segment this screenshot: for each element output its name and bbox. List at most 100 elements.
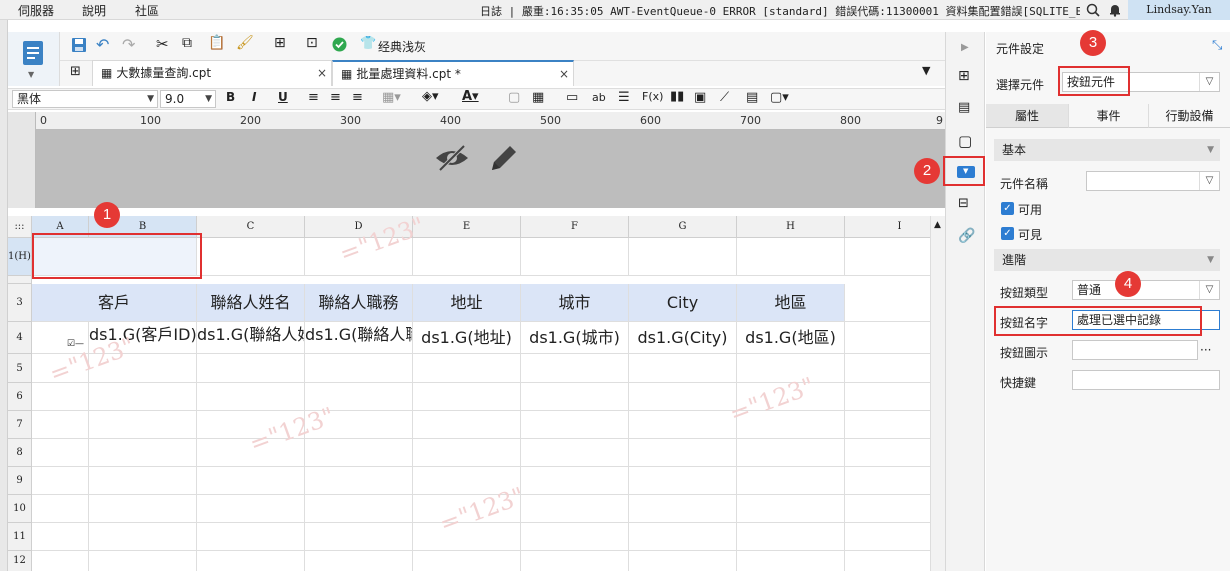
preview-icon[interactable]: ⊞ (274, 35, 286, 51)
cell[interactable] (521, 383, 629, 411)
parameter-pane[interactable] (8, 130, 945, 208)
cell[interactable] (305, 383, 413, 411)
check-icon[interactable] (332, 37, 347, 52)
cell[interactable] (305, 495, 413, 523)
cell[interactable] (521, 411, 629, 439)
row-header[interactable]: 6 (8, 383, 32, 411)
chevron-right-icon[interactable]: ▶ (961, 42, 969, 53)
header-cell[interactable]: 客戶 (32, 284, 197, 322)
section-advanced[interactable]: 進階 ▼ (994, 249, 1220, 271)
log-message[interactable]: 日誌 | 嚴重:16:35:05 AWT-EventQueue-0 ERROR … (480, 3, 1080, 19)
form-design-icon[interactable]: ⊞ (70, 64, 81, 79)
cell[interactable] (197, 495, 305, 523)
widget-name-field[interactable]: ▽ (1086, 171, 1220, 191)
close-icon[interactable]: × (559, 62, 569, 86)
cell[interactable] (197, 411, 305, 439)
cell[interactable] (89, 467, 197, 495)
button-type-dropdown[interactable]: 普通 ▽ (1072, 280, 1220, 300)
tab-menu-icon[interactable]: ▼ (922, 64, 930, 77)
cell[interactable] (32, 467, 89, 495)
header-cell[interactable]: 城市 (521, 284, 629, 322)
underline-button[interactable]: U (278, 90, 288, 104)
save-icon[interactable] (70, 36, 88, 54)
tab-mobile[interactable]: 行動設備 (1148, 104, 1230, 128)
cell[interactable] (845, 411, 930, 439)
chart-icon[interactable]: ▮▮ (670, 89, 684, 104)
row-header[interactable]: 11 (8, 523, 32, 551)
cell[interactable] (413, 495, 521, 523)
cell[interactable] (413, 467, 521, 495)
cell[interactable] (89, 551, 197, 571)
checkbox-cell[interactable]: ☑— (32, 322, 89, 354)
row-header[interactable]: 9 (8, 467, 32, 495)
menu-help[interactable]: 說明 (82, 2, 106, 19)
cell[interactable] (89, 383, 197, 411)
row-header[interactable]: 3 (8, 284, 32, 322)
row-header[interactable]: 7 (8, 411, 32, 439)
cell-element-icon[interactable]: ▢▾ (770, 90, 789, 105)
grid-corner[interactable]: ::: (8, 216, 32, 238)
column-header[interactable]: E (413, 216, 521, 238)
cell[interactable] (845, 238, 930, 276)
align-center-icon[interactable]: ≡ (330, 90, 341, 105)
column-header[interactable]: H (737, 216, 845, 238)
data-cell[interactable]: ds1.G(地址) (413, 322, 521, 354)
cell[interactable] (845, 322, 930, 354)
insert-text-icon[interactable]: ▭ (566, 90, 578, 105)
cell[interactable] (737, 551, 845, 571)
row-header[interactable]: 10 (8, 495, 32, 523)
left-collapse-strip[interactable] (0, 20, 8, 571)
search-icon[interactable] (1086, 3, 1100, 17)
data-cell[interactable]: ds1.G(城市) (521, 322, 629, 354)
row-header[interactable]: 8 (8, 439, 32, 467)
user-name[interactable]: Lindsay.Yan (1128, 0, 1230, 20)
header-cell[interactable]: City (629, 284, 737, 322)
float-element-icon[interactable]: ▢ (958, 132, 974, 150)
cell[interactable] (521, 467, 629, 495)
column-header[interactable]: G (629, 216, 737, 238)
cell[interactable] (32, 495, 89, 523)
template-menu[interactable]: ▼ (8, 32, 60, 86)
format-painter-icon[interactable]: 🖌 (236, 35, 254, 51)
cell[interactable] (521, 551, 629, 571)
pencil-icon[interactable] (488, 142, 518, 174)
cell[interactable] (305, 238, 413, 276)
cell[interactable] (737, 354, 845, 383)
font-size-select[interactable]: 9.0 ▼ (160, 90, 216, 108)
section-basic[interactable]: 基本 ▼ (994, 139, 1220, 161)
bell-icon[interactable] (1108, 3, 1122, 17)
header-cell[interactable]: 地址 (413, 284, 521, 322)
cell-element-icon[interactable]: ▤ (958, 100, 974, 116)
font-color-icon[interactable]: A▾ (462, 89, 479, 104)
cell[interactable] (305, 354, 413, 383)
cell[interactable] (629, 383, 737, 411)
cell[interactable] (32, 411, 89, 439)
menu-server[interactable]: 伺服器 (18, 2, 54, 19)
undo-icon[interactable]: ↶ (96, 35, 109, 54)
cell[interactable] (737, 439, 845, 467)
copy-icon[interactable]: ⧉ (182, 35, 192, 51)
image-icon[interactable]: ▣ (694, 90, 706, 105)
insert-richtext-icon[interactable]: ☰ (618, 90, 630, 105)
cell[interactable] (32, 551, 89, 571)
cell[interactable] (32, 354, 89, 383)
cell[interactable] (89, 495, 197, 523)
cell[interactable] (629, 238, 737, 276)
cell[interactable] (32, 523, 89, 551)
chevron-up-icon[interactable]: ▲ (934, 220, 941, 230)
data-cell[interactable]: ds1.G(聯絡人姓名) (197, 322, 305, 354)
cell[interactable] (305, 523, 413, 551)
insert-label-icon[interactable]: ab (592, 91, 606, 104)
cell[interactable] (32, 383, 89, 411)
data-cell[interactable]: ds1.G(客戶ID) (89, 322, 197, 354)
visible-checkbox[interactable]: ✓ (1001, 227, 1014, 240)
slash-icon[interactable]: ⟋ (720, 90, 729, 105)
tab-attributes[interactable]: 屬性 (986, 104, 1068, 128)
cut-icon[interactable]: ✂ (156, 35, 169, 53)
cell[interactable] (737, 411, 845, 439)
cell[interactable] (89, 411, 197, 439)
cell[interactable] (737, 383, 845, 411)
vertical-scrollbar[interactable]: ▲ (930, 216, 945, 571)
cell[interactable] (845, 551, 930, 571)
data-cell[interactable]: ds1.G(聯絡人職務) (305, 322, 413, 354)
